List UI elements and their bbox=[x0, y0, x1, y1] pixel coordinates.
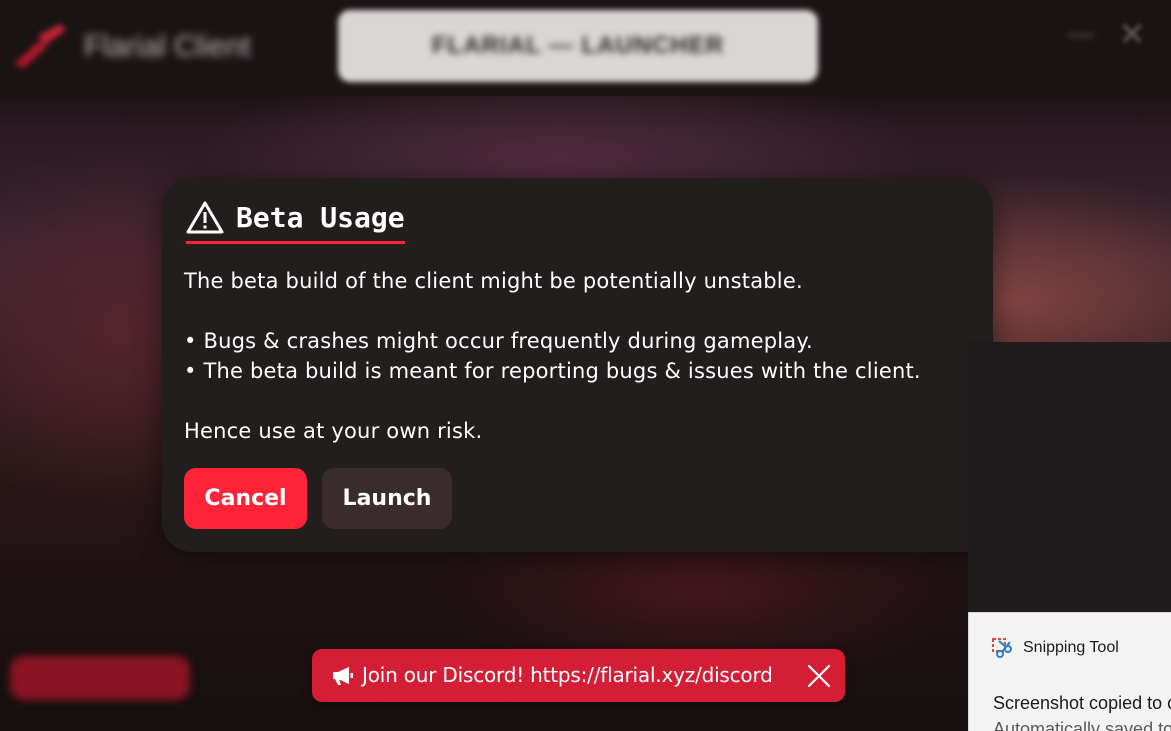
snipping-tool-icon bbox=[992, 638, 1012, 658]
discord-banner-text[interactable]: Join our Discord! https://flarial.xyz/di… bbox=[362, 663, 773, 687]
dialog-message: The beta build of the client might be po… bbox=[184, 266, 983, 446]
launch-button[interactable]: Launch bbox=[322, 468, 452, 529]
launcher-topbar: Flarial Client FLARIAL — LAUNCHER ✕ bbox=[0, 0, 1171, 96]
toast-shadow-area bbox=[968, 342, 1171, 614]
dialog-title-text: Beta Usage bbox=[236, 200, 405, 234]
dialog-line-2: Hence use at your own risk. bbox=[184, 419, 483, 443]
window-close-icon[interactable]: ✕ bbox=[1114, 16, 1150, 52]
dialog-title: Beta Usage bbox=[186, 200, 405, 244]
top-banner-text: FLARIAL — LAUNCHER bbox=[431, 32, 725, 59]
cancel-button[interactable]: Cancel bbox=[184, 468, 307, 529]
toast-subtitle: Automatically saved to screenshots folde… bbox=[993, 719, 1171, 731]
minimize-icon[interactable] bbox=[1068, 26, 1094, 44]
flarial-logo-icon bbox=[14, 24, 66, 68]
discord-banner[interactable]: Join our Discord! https://flarial.xyz/di… bbox=[312, 649, 845, 702]
toast-title: Screenshot copied to clipboard bbox=[993, 693, 1171, 713]
top-banner[interactable]: FLARIAL — LAUNCHER bbox=[338, 10, 818, 82]
beta-usage-dialog: Beta Usage The beta build of the client … bbox=[162, 178, 993, 552]
snipping-tool-notification[interactable]: Snipping Tool Screenshot copied to clipb… bbox=[968, 612, 1171, 731]
brand-name: Flarial Client bbox=[84, 30, 251, 63]
dialog-line-1: The beta build of the client might be po… bbox=[184, 269, 803, 293]
close-icon[interactable] bbox=[806, 663, 832, 689]
toast-app-name: Snipping Tool bbox=[1023, 639, 1119, 656]
warning-icon bbox=[186, 201, 224, 234]
megaphone-icon bbox=[333, 667, 353, 685]
blurred-pill-button bbox=[10, 656, 190, 700]
dialog-bullet-1: • Bugs & crashes might occur frequently … bbox=[184, 329, 813, 353]
dialog-bullet-2: • The beta build is meant for reporting … bbox=[184, 359, 921, 383]
toast-app-header: Snipping Tool bbox=[991, 637, 1119, 659]
